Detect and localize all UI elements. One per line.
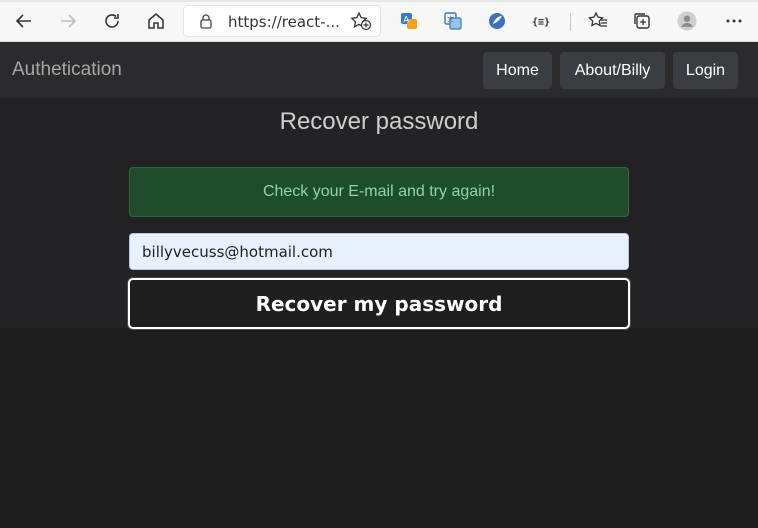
- extension-json-icon[interactable]: {≡}: [527, 7, 555, 35]
- status-alert: Check your E-mail and try again!: [129, 167, 629, 217]
- svg-text:A: A: [404, 15, 410, 24]
- tab-strip-edge: [0, 0, 758, 2]
- profile-avatar-icon[interactable]: [673, 7, 701, 35]
- extension-translator-icon[interactable]: 文: [439, 7, 467, 35]
- extension-translate-icon[interactable]: A: [395, 7, 423, 35]
- refresh-icon[interactable]: [98, 7, 126, 35]
- page-title: Recover password: [279, 108, 479, 135]
- email-input[interactable]: [129, 233, 629, 270]
- recover-form-section: Recover password Check your E-mail and t…: [0, 98, 758, 329]
- svg-text:文: 文: [447, 15, 454, 24]
- add-favorite-icon[interactable]: [350, 11, 372, 31]
- nav-login-button[interactable]: Login: [673, 52, 738, 89]
- toolbar-separator: [570, 13, 571, 31]
- url-text[interactable]: https://react-...: [228, 13, 340, 31]
- collections-icon[interactable]: [628, 7, 656, 35]
- back-icon[interactable]: [10, 7, 38, 35]
- brand-title[interactable]: Authetication: [12, 59, 122, 81]
- app-navbar: Authetication Home About/Billy Login: [0, 42, 758, 98]
- more-icon[interactable]: [720, 7, 748, 35]
- lock-icon[interactable]: [198, 13, 214, 29]
- forward-icon[interactable]: [54, 7, 82, 35]
- favorites-icon[interactable]: [584, 7, 612, 35]
- nav-about-button[interactable]: About/Billy: [560, 52, 665, 89]
- nav-home-button[interactable]: Home: [483, 52, 552, 89]
- svg-text:{≡}: {≡}: [532, 17, 550, 28]
- extension-circle-icon[interactable]: [483, 7, 511, 35]
- recover-password-button[interactable]: Recover my password: [128, 278, 630, 329]
- address-bar[interactable]: https://react-...: [184, 6, 380, 36]
- home-icon[interactable]: [142, 7, 170, 35]
- browser-toolbar: https://react-... A 文 {≡}: [0, 0, 758, 42]
- status-alert-text: Check your E-mail and try again!: [262, 183, 496, 200]
